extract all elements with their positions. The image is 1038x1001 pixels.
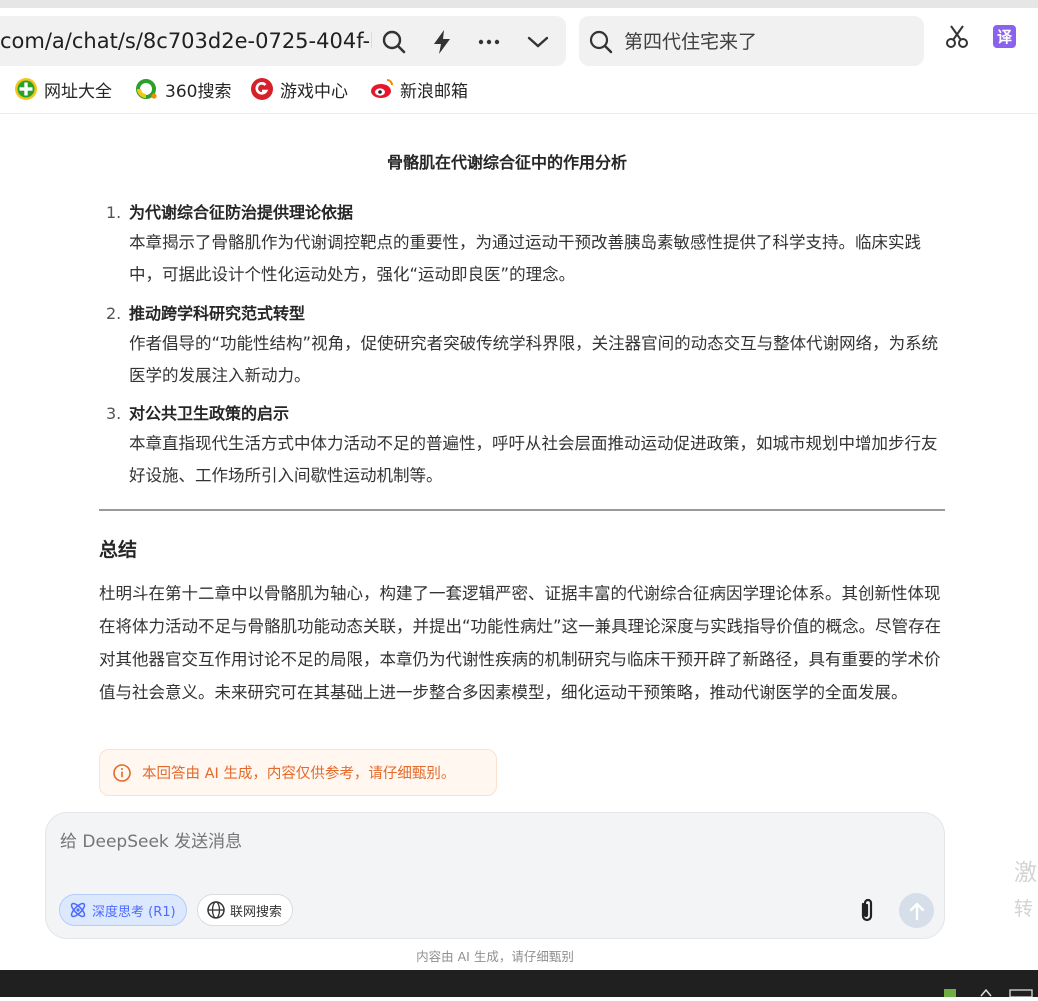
- chevron-down-icon[interactable]: [524, 28, 552, 56]
- list-item-body: 作者倡导的“功能性结构”视角，促使研究者突破传统学科界限，关注器官间的动态交互与…: [129, 334, 939, 385]
- watermark-line: 激: [1014, 860, 1037, 886]
- arrow-up-icon: [909, 902, 924, 920]
- send-button[interactable]: [899, 893, 934, 928]
- 360-search-icon: [135, 77, 159, 101]
- summary-heading: 总结: [99, 539, 138, 561]
- bookmark-item[interactable]: 360搜索: [135, 76, 231, 102]
- search-box[interactable]: 第四代住宅来了: [579, 16, 924, 66]
- list-item: 2. 推动跨学科研究范式转型 作者倡导的“功能性结构”视角，促使研究者突破传统学科…: [106, 300, 946, 392]
- atom-icon: [68, 900, 88, 920]
- section-divider: [99, 509, 945, 511]
- message-input[interactable]: [60, 829, 820, 855]
- list-number: 3.: [106, 404, 122, 423]
- watermark-line: 转: [1014, 898, 1034, 920]
- paperclip-icon[interactable]: [854, 897, 880, 925]
- ai-disclaimer-banner: 本回答由 AI 生成，内容仅供参考，请仔细甄别。: [99, 749, 497, 796]
- footer-note: 内容由 AI 生成，请仔细甄别: [416, 949, 574, 964]
- green-plus-icon: [14, 77, 38, 101]
- web-search-label: 联网搜索: [230, 904, 283, 920]
- deep-think-button[interactable]: 深度思考 (R1): [59, 894, 187, 926]
- bookmark-item[interactable]: 网址大全: [14, 76, 112, 102]
- list-item-heading: 对公共卫生政策的启示: [129, 404, 290, 423]
- bookmark-label: 游戏中心: [280, 81, 348, 102]
- game-center-icon: [250, 77, 274, 101]
- bookmarks-bar: 网址大全 360搜索 游戏中心 新浪邮箱: [0, 66, 1038, 114]
- list-item: 1. 为代谢综合征防治提供理论依据 本章揭示了骨骼肌作为代谢调控靶点的重要性，为通…: [106, 199, 946, 291]
- sina-mail-icon: [370, 77, 394, 101]
- list-item-body: 本章揭示了骨骼肌作为代谢调控靶点的重要性，为通过运动干预改善胰岛素敏感性提供了科…: [129, 233, 921, 284]
- translate-button[interactable]: 译: [993, 25, 1016, 48]
- list-item-body: 本章直指现代生活方式中体力活动不足的普遍性，呼吁从社会层面推动运动促进政策，如城…: [129, 434, 938, 485]
- list-item-heading: 推动跨学科研究范式转型: [129, 304, 306, 323]
- more-icon[interactable]: [475, 28, 503, 56]
- url-text[interactable]: com/a/chat/s/8c703d2e-0725-404f-b: [0, 28, 372, 54]
- list-item: 3. 对公共卫生政策的启示 本章直指现代生活方式中体力活动不足的普遍性，呼吁从社会…: [106, 400, 946, 492]
- bookmark-label: 网址大全: [44, 81, 112, 102]
- taskbar: [0, 970, 1038, 998]
- bookmark-item[interactable]: 游戏中心: [250, 76, 348, 102]
- bookmark-label: 新浪邮箱: [400, 81, 468, 102]
- bookmark-label: 360搜索: [165, 81, 232, 102]
- scissors-icon[interactable]: [944, 24, 970, 50]
- address-bar[interactable]: com/a/chat/s/8c703d2e-0725-404f-b: [0, 16, 566, 66]
- web-search-button[interactable]: 联网搜索: [197, 894, 294, 926]
- globe-icon: [206, 900, 226, 920]
- search-query[interactable]: 第四代住宅来了: [624, 30, 757, 54]
- deep-think-label: 深度思考 (R1): [92, 904, 176, 920]
- activation-watermark: 激 转: [1014, 855, 1037, 927]
- search-icon[interactable]: [587, 28, 615, 56]
- list-number: 1.: [106, 203, 122, 222]
- search-icon[interactable]: [380, 28, 408, 56]
- lightning-icon[interactable]: [428, 28, 456, 56]
- disclaimer-text: 本回答由 AI 生成，内容仅供参考，请仔细甄别。: [142, 766, 456, 782]
- summary-paragraph: 杜明斗在第十二章中以骨骼肌为轴心，构建了一套逻辑严密、证据丰富的代谢综合征病因学…: [99, 584, 942, 702]
- window-top-strip: [0, 0, 1038, 8]
- browser-toolbar: com/a/chat/s/8c703d2e-0725-404f-b 第四代住宅来…: [0, 8, 1038, 66]
- chat-content: 骨骼肌在代谢综合征中的作用分析 1. 为代谢综合征防治提供理论依据 本章揭示了骨骼…: [0, 115, 1038, 970]
- list-item-heading: 为代谢综合征防治提供理论依据: [129, 203, 354, 222]
- info-icon: [112, 763, 132, 783]
- list-number: 2.: [106, 304, 122, 323]
- document-title: 骨骼肌在代谢综合征中的作用分析: [386, 153, 627, 172]
- message-composer: 深度思考 (R1) 联网搜索: [45, 812, 945, 939]
- bookmark-item[interactable]: 新浪邮箱: [370, 76, 468, 102]
